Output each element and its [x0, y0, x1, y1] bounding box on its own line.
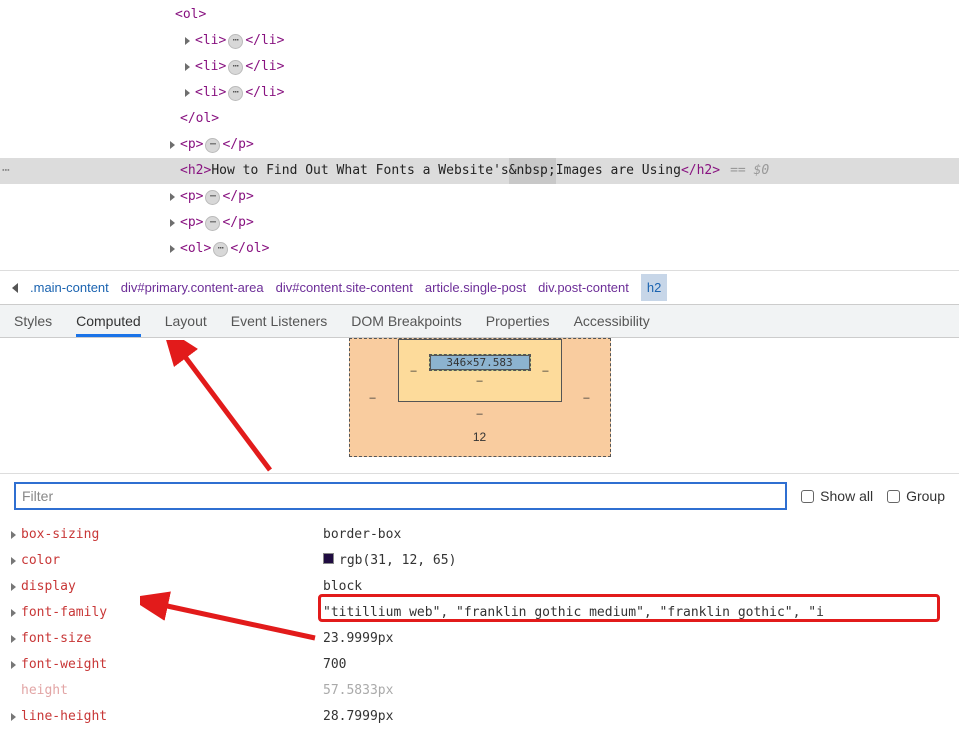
computed-property-row[interactable]: font-weight 700 — [8, 652, 959, 678]
expand-icon[interactable] — [185, 63, 190, 71]
dom-node-p-1[interactable]: <p>⋯</p> — [0, 132, 959, 158]
expand-icon[interactable] — [170, 193, 175, 201]
computed-filter-toolbar: Show all Group — [0, 473, 959, 518]
expand-icon[interactable] — [11, 531, 16, 539]
computed-property-value: 28.7999px — [323, 704, 393, 730]
expand-icon[interactable] — [170, 141, 175, 149]
box-model-content-size: 346×57.583 — [430, 355, 530, 370]
computed-property-value: rgb(31, 12, 65) — [323, 548, 456, 574]
dom-node-ol-close[interactable]: </ol> — [0, 106, 959, 132]
expand-icon[interactable] — [185, 89, 190, 97]
tab-accessibility[interactable]: Accessibility — [574, 306, 650, 336]
color-swatch-icon[interactable] — [323, 553, 334, 564]
computed-property-value: 23.9999px — [323, 626, 393, 652]
dom-node-ol-2[interactable]: <ol>⋯</ol> — [0, 236, 959, 262]
tab-event-listeners[interactable]: Event Listeners — [231, 306, 328, 336]
breadcrumb-item[interactable]: div#content.site-content — [276, 280, 413, 295]
expand-icon[interactable] — [170, 245, 175, 253]
filter-input[interactable] — [14, 482, 787, 510]
show-all-checkbox[interactable]: Show all — [801, 488, 873, 504]
expand-icon[interactable] — [11, 635, 16, 643]
computed-property-value: border-box — [323, 522, 401, 548]
expand-icon[interactable] — [11, 609, 16, 617]
computed-property-row[interactable]: display block — [8, 574, 959, 600]
computed-property-value: "titillium web", "franklin gothic medium… — [323, 600, 824, 626]
dom-node-p-3[interactable]: <p>⋯</p> — [0, 210, 959, 236]
computed-property-list[interactable]: box-sizing border-box color rgb(31, 12, … — [0, 518, 959, 738]
dom-node-li-3[interactable]: <li>⋯</li> — [0, 80, 959, 106]
dom-node-ol-open[interactable]: <ol> — [0, 2, 959, 28]
tab-computed[interactable]: Computed — [76, 306, 141, 337]
breadcrumb-item[interactable]: .main-content — [30, 280, 109, 295]
tab-layout[interactable]: Layout — [165, 306, 207, 336]
ellipsis-icon[interactable]: ⋯ — [205, 138, 220, 153]
styles-pane-tabs: Styles Computed Layout Event Listeners D… — [0, 304, 959, 338]
dom-node-li-2[interactable]: <li>⋯</li> — [0, 54, 959, 80]
expand-icon[interactable] — [11, 713, 16, 721]
computed-property-row[interactable]: height 57.5833px — [8, 678, 959, 704]
ellipsis-icon[interactable]: ⋯ — [205, 216, 220, 231]
ellipsis-icon[interactable]: ⋯ — [228, 86, 243, 101]
breadcrumb[interactable]: .main-content div#primary.content-area d… — [0, 270, 959, 304]
breadcrumb-item[interactable]: div#primary.content-area — [121, 280, 264, 295]
breadcrumb-item-selected[interactable]: h2 — [641, 274, 667, 301]
box-model-diagram[interactable]: – – 346×57.583 – – – – 12 — [349, 338, 611, 457]
expand-icon[interactable] — [11, 583, 16, 591]
selected-ref-label: == $0 — [730, 158, 769, 184]
computed-panel: – – 346×57.583 – – – – 12 Show all Group — [0, 338, 959, 738]
tab-styles[interactable]: Styles — [14, 306, 52, 336]
expand-icon[interactable] — [185, 37, 190, 45]
ellipsis-icon[interactable]: ⋯ — [213, 242, 228, 257]
dom-node-li-1[interactable]: <li>⋯</li> — [0, 28, 959, 54]
computed-property-row[interactable]: font-family "titillium web", "franklin g… — [8, 600, 959, 626]
computed-property-row[interactable]: color rgb(31, 12, 65) — [8, 548, 959, 574]
ellipsis-icon[interactable]: ⋯ — [205, 190, 220, 205]
breadcrumb-item[interactable]: article.single-post — [425, 280, 526, 295]
tab-properties[interactable]: Properties — [486, 306, 550, 336]
computed-property-value: block — [323, 574, 362, 600]
computed-property-row[interactable]: font-size 23.9999px — [8, 626, 959, 652]
expand-icon[interactable] — [11, 557, 16, 565]
checkbox-icon — [801, 490, 814, 503]
breadcrumb-back-icon[interactable] — [12, 283, 18, 293]
box-model-margin-bottom: 12 — [398, 420, 562, 444]
expand-icon[interactable] — [170, 219, 175, 227]
dom-node-h2-selected[interactable]: ⋯ <h2>How to Find Out What Fonts a Websi… — [0, 158, 959, 184]
expand-icon[interactable] — [11, 661, 16, 669]
dom-node-p-2[interactable]: <p>⋯</p> — [0, 184, 959, 210]
computed-property-row[interactable]: line-height 28.7999px — [8, 704, 959, 730]
computed-property-value: 57.5833px — [323, 678, 393, 704]
ellipsis-icon[interactable]: ⋯ — [228, 34, 243, 49]
group-checkbox[interactable]: Group — [887, 488, 945, 504]
checkbox-icon — [887, 490, 900, 503]
dom-tree[interactable]: <ol> <li>⋯</li> <li>⋯</li> <li>⋯</li> </… — [0, 0, 959, 270]
computed-property-row[interactable]: box-sizing border-box — [8, 522, 959, 548]
breadcrumb-item[interactable]: div.post-content — [538, 280, 629, 295]
more-actions-icon[interactable]: ⋯ — [2, 158, 11, 184]
ellipsis-icon[interactable]: ⋯ — [228, 60, 243, 75]
computed-property-value: 700 — [323, 652, 346, 678]
tab-dom-breakpoints[interactable]: DOM Breakpoints — [351, 306, 461, 336]
